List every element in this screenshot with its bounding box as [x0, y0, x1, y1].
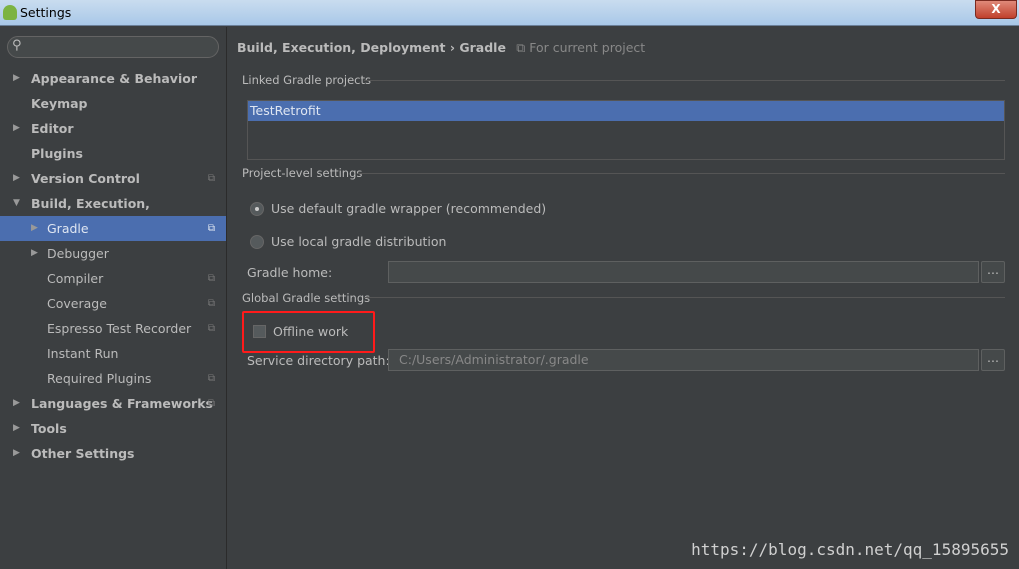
watermark: https://blog.csdn.net/qq_15895655	[691, 540, 1009, 559]
divider	[364, 80, 1005, 81]
sidebar-item-compiler[interactable]: Compiler ⧉	[0, 266, 226, 291]
search-input[interactable]: ⚲	[7, 36, 219, 58]
sidebar-item-label: Tools	[31, 421, 67, 436]
divider	[364, 297, 1005, 298]
collapsed-arrow-icon[interactable]: ▶	[13, 416, 20, 441]
sidebar-item-gradle[interactable]: ▶ Gradle ⧉	[0, 216, 226, 241]
default-wrapper-radio[interactable]	[250, 202, 264, 216]
window-title: Settings	[20, 5, 72, 20]
settings-sidebar: ⚲ ▶ Appearance & Behavior Keymap ▶ Editor Plu…	[0, 27, 227, 569]
project-scope-icon: ⧉	[207, 398, 215, 409]
sidebar-item-build-execution-deployment[interactable]: ▼Build, Execution, Deployment	[0, 191, 226, 236]
breadcrumb-current: Gradle	[459, 40, 506, 55]
sidebar-item-coverage[interactable]: Coverage ⧉	[0, 291, 226, 316]
divider	[358, 173, 1005, 174]
list-item-testretrofit[interactable]: TestRetrofit	[248, 101, 1004, 121]
gradle-home-label: Gradle home:	[247, 265, 333, 280]
sidebar-item-label: Espresso Test Recorder	[47, 321, 192, 336]
sidebar-item-languages-frameworks[interactable]: ▶ Languages & Frameworks ⧉	[0, 391, 226, 416]
sidebar-item-label: Plugins	[31, 146, 83, 161]
sidebar-item-debugger[interactable]: ▶ Debugger	[0, 241, 226, 266]
sidebar-item-label: Languages & Frameworks	[31, 396, 213, 411]
sidebar-item-appearance-behavior[interactable]: ▶ Appearance & Behavior	[0, 66, 226, 91]
expanded-arrow-icon[interactable]: ▼	[13, 191, 20, 216]
collapsed-arrow-icon[interactable]: ▶	[13, 116, 20, 141]
collapsed-arrow-icon[interactable]: ▶	[13, 441, 20, 466]
project-settings-title: Project-level settings	[242, 166, 363, 180]
sidebar-item-label: Coverage	[47, 296, 107, 311]
sidebar-item-plugins[interactable]: Plugins	[0, 141, 226, 166]
collapsed-arrow-icon[interactable]: ▶	[13, 166, 20, 191]
sidebar-item-tools[interactable]: ▶ Tools	[0, 416, 226, 441]
sidebar-item-label: Gradle	[47, 221, 89, 236]
gradle-home-input[interactable]	[388, 261, 979, 283]
local-distribution-label[interactable]: Use local gradle distribution	[271, 234, 446, 249]
collapsed-arrow-icon[interactable]: ▶	[31, 241, 38, 266]
scope-label: ⧉ For current project	[516, 40, 645, 55]
sidebar-item-label: Version Control	[31, 171, 140, 186]
scope-text: For current project	[529, 40, 646, 55]
collapsed-arrow-icon[interactable]: ▶	[13, 391, 20, 416]
collapsed-arrow-icon[interactable]: ▶	[31, 216, 38, 241]
sidebar-item-version-control[interactable]: ▶ Version Control ⧉	[0, 166, 226, 191]
sidebar-item-other-settings[interactable]: ▶ Other Settings	[0, 441, 226, 466]
gradle-settings-panel: Build, Execution, Deployment › Gradle ⧉ …	[228, 27, 1019, 569]
sidebar-item-espresso-test-recorder[interactable]: Espresso Test Recorder ⧉	[0, 316, 226, 341]
sidebar-item-label: Editor	[31, 121, 74, 136]
copy-icon: ⧉	[516, 40, 530, 55]
sidebar-item-label: Keymap	[31, 96, 88, 111]
android-studio-logo-icon	[3, 5, 17, 20]
service-directory-label: Service directory path:	[247, 353, 390, 368]
sidebar-item-instant-run[interactable]: Instant Run	[0, 341, 226, 366]
linked-projects-list[interactable]: TestRetrofit	[247, 100, 1005, 160]
close-button[interactable]: X	[975, 0, 1017, 19]
project-scope-icon: ⧉	[207, 223, 215, 234]
sidebar-item-label: Required Plugins	[47, 371, 152, 386]
global-settings-title: Global Gradle settings	[242, 291, 371, 305]
project-scope-icon: ⧉	[207, 298, 215, 309]
service-directory-input[interactable]: C:/Users/Administrator/.gradle	[388, 349, 979, 371]
sidebar-item-label: Debugger	[47, 246, 109, 261]
breadcrumb: Build, Execution, Deployment › Gradle ⧉ …	[237, 40, 645, 56]
collapsed-arrow-icon[interactable]: ▶	[13, 66, 20, 91]
search-icon: ⚲	[12, 38, 22, 53]
title-bar: Settings X	[0, 0, 1019, 26]
sidebar-item-label: Other Settings	[31, 446, 135, 461]
service-directory-browse-button[interactable]: ...	[981, 349, 1005, 371]
sidebar-item-label: Compiler	[47, 271, 104, 286]
breadcrumb-parent[interactable]: Build, Execution, Deployment	[237, 40, 445, 55]
gradle-home-browse-button[interactable]: ...	[981, 261, 1005, 283]
linked-projects-title: Linked Gradle projects	[242, 73, 371, 87]
sidebar-item-editor[interactable]: ▶ Editor	[0, 116, 226, 141]
sidebar-item-label: Instant Run	[47, 346, 119, 361]
project-scope-icon: ⧉	[207, 273, 215, 284]
default-wrapper-label[interactable]: Use default gradle wrapper (recommended)	[271, 201, 546, 216]
local-distribution-radio[interactable]	[250, 235, 264, 249]
sidebar-item-label: Appearance & Behavior	[31, 71, 197, 86]
sidebar-item-keymap[interactable]: Keymap	[0, 91, 226, 116]
project-scope-icon: ⧉	[207, 323, 215, 334]
sidebar-item-required-plugins[interactable]: Required Plugins ⧉	[0, 366, 226, 391]
breadcrumb-separator: ›	[449, 40, 455, 55]
highlight-annotation	[242, 311, 375, 353]
project-scope-icon: ⧉	[207, 373, 215, 384]
project-scope-icon: ⧉	[207, 173, 215, 184]
